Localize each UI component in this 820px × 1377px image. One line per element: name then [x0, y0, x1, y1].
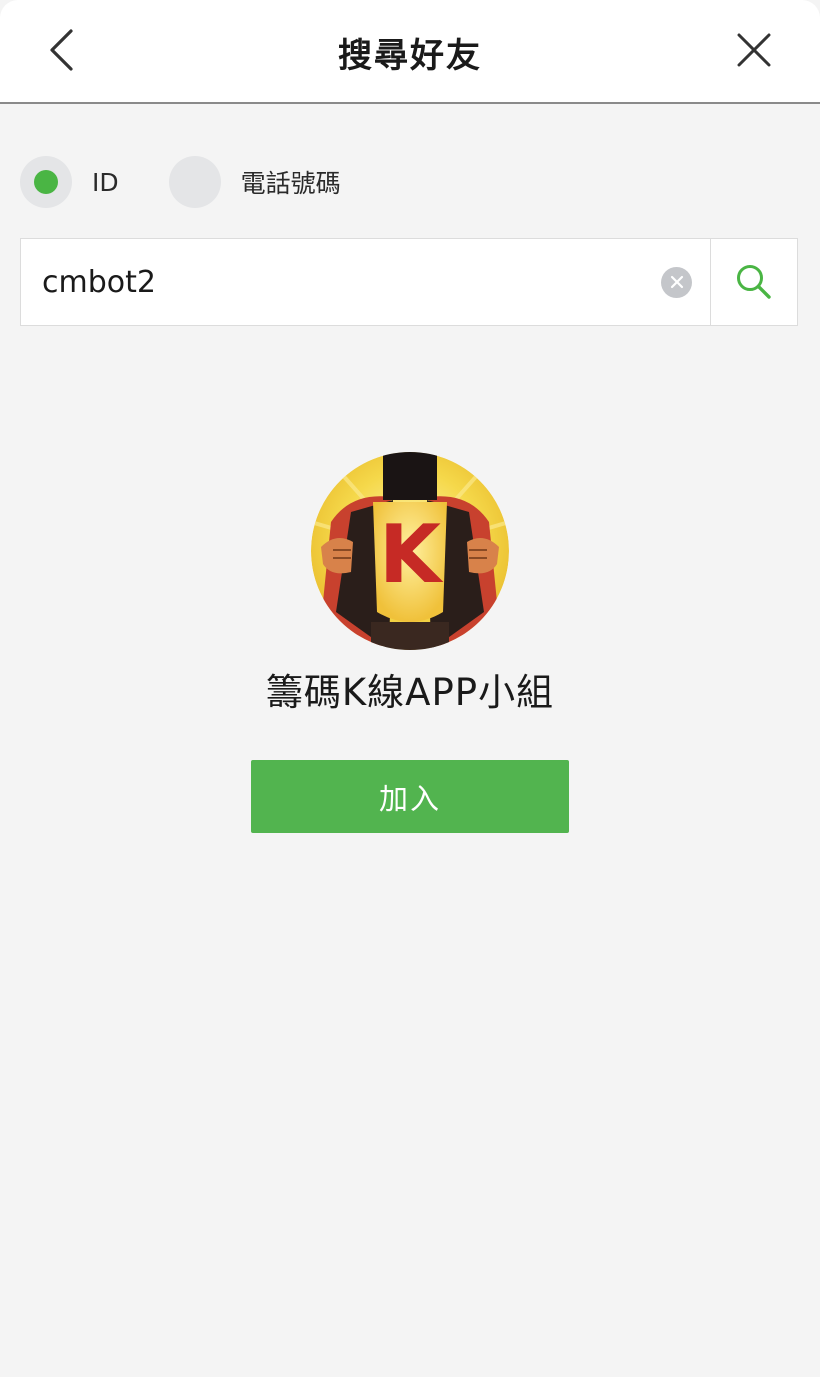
avatar-letter: K [379, 508, 444, 601]
radio-option-phone[interactable]: 電話號碼 [168, 156, 341, 208]
close-button[interactable] [728, 26, 780, 78]
clear-icon [670, 275, 684, 289]
close-icon [737, 33, 771, 71]
avatar: K [311, 452, 509, 650]
header-bar: 搜尋好友 [0, 0, 820, 104]
radio-label-phone: 電話號碼 [240, 169, 341, 198]
radio-option-id[interactable]: ID [20, 156, 119, 208]
radio-label-id: ID [92, 167, 119, 197]
search-box [20, 238, 798, 326]
add-button[interactable]: 加入 [251, 760, 569, 833]
radio-button-unselected[interactable] [168, 156, 221, 208]
radio-button-selected[interactable] [20, 156, 72, 208]
group-name: 籌碼K線APP小組 [265, 671, 555, 714]
clear-button[interactable] [661, 266, 692, 298]
superhero-k-logo: K [311, 452, 509, 650]
search-icon [735, 263, 773, 301]
search-input[interactable] [21, 239, 661, 325]
page-title: 搜尋好友 [338, 36, 482, 76]
search-result: K 籌碼K線APP小組 加入 [0, 452, 820, 833]
radio-dot [34, 170, 58, 194]
search-button[interactable] [710, 239, 797, 325]
search-type-selector: ID 電話號碼 [20, 156, 341, 208]
